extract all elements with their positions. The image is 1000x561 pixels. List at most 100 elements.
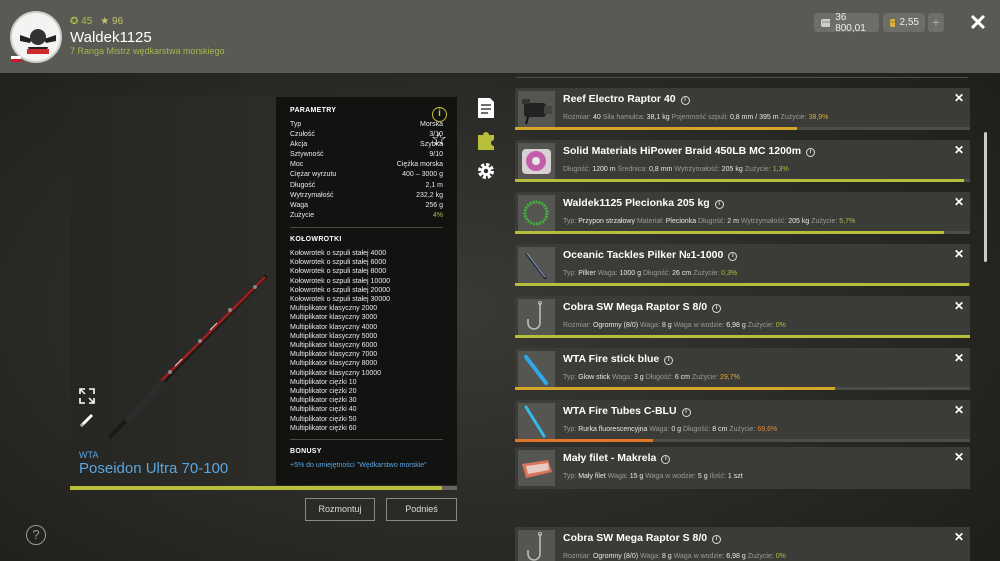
list-item[interactable]: Reef Electro Raptor 40 i Rozmiar: 40 Siła … (515, 88, 970, 130)
detail-label: Rozmiar: (563, 553, 593, 560)
detail-value: Glow stick (578, 374, 611, 381)
param-row: Długość 2,1 m (290, 181, 443, 191)
edit-pencil-icon[interactable] (78, 411, 96, 429)
list-item[interactable]: WTA Fire Tubes C-BLU i Typ: Rurka fluoresc… (515, 400, 970, 442)
remove-item-button[interactable]: ✕ (954, 91, 964, 105)
param-label: Sztywność (290, 151, 324, 159)
detail-label: Waga: (612, 374, 634, 381)
reel-item: Multiplikator klasyczny 4000 (290, 323, 378, 331)
detail-value: 2 m (727, 218, 739, 225)
info-icon[interactable]: i (712, 304, 722, 313)
detail-value: Pilker (578, 270, 596, 277)
detail-label: Zużycie: (693, 270, 722, 277)
item-name-text: Oceanic Tackles Pilker №1-1000 (563, 249, 724, 261)
gold-amount: 2,55 (899, 17, 919, 28)
item-name-text: Cobra SW Mega Raptor S 8/0 (563, 532, 708, 544)
param-label: Wytrzymałość (290, 191, 334, 199)
params-title: PARAMETRY (290, 107, 337, 114)
detail-value: 29,7% (719, 374, 740, 381)
info-icon[interactable]: i (661, 455, 671, 464)
remove-item-button[interactable]: ✕ (954, 351, 964, 365)
reels-title: KOŁOWROTKI (290, 235, 342, 243)
rod-name: Poseidon Ultra 70-100 (79, 460, 229, 477)
list-item[interactable]: Cobra SW Mega Raptor S 8/0 i Rozmiar: Ogro… (515, 296, 970, 338)
buy-currency-button[interactable]: + (928, 13, 944, 32)
detail-label: Zużycie: (691, 374, 720, 381)
item-thumbnail (518, 403, 555, 439)
fish-icon (522, 460, 552, 478)
silver-coins-icon (821, 18, 831, 27)
info-icon[interactable]: i (664, 356, 674, 365)
expand-icon[interactable] (78, 387, 96, 405)
player-stats: ✪ 45 ★ 96 (70, 16, 123, 27)
remove-item-button[interactable]: ✕ (954, 299, 964, 313)
info-icon[interactable]: i (680, 96, 690, 105)
list-item[interactable]: Mały filet - Makrela i Typ: Mały filet Wag… (515, 447, 970, 489)
remove-item-button[interactable]: ✕ (954, 195, 964, 209)
help-button[interactable]: ? (26, 525, 46, 545)
detail-label: Typ: (563, 218, 579, 225)
remove-item-button[interactable]: ✕ (954, 247, 964, 261)
disassemble-button[interactable]: Rozmontuj (305, 498, 375, 521)
list-item[interactable]: Cobra SW Mega Raptor S 8/0 i Rozmiar: Ogro… (515, 527, 970, 561)
detail-label: Średnica: (617, 166, 650, 173)
detail-label: Typ: (563, 473, 579, 480)
item-details: Rozmiar: Ogromny (8/0) Waga: 8 g Waga w … (563, 322, 786, 329)
info-icon[interactable]: i (728, 252, 738, 261)
item-details: Typ: Glow stick Waga: 3 g Długość: 6 cm … (563, 374, 740, 381)
favorite-star-icon[interactable]: ☆ (431, 129, 447, 150)
info-icon[interactable]: i (714, 200, 724, 209)
detail-label: Typ: (563, 426, 579, 433)
settings-gear-icon[interactable] (476, 160, 496, 182)
list-item[interactable]: Waldek1125 Plecionka 205 kg i Typ: Przypon… (515, 192, 970, 234)
detail-label: Długość: (698, 218, 728, 225)
detail-value: 40 (592, 114, 601, 121)
reels-list: Kołowrotek o szpuli stałej 4000 Kołowrote… (290, 249, 443, 433)
param-label: Akcja (290, 141, 308, 149)
info-icon[interactable]: i (681, 408, 691, 417)
info-icon[interactable]: i (432, 107, 447, 122)
pickup-button[interactable]: Podnieś (386, 498, 457, 521)
silver-amount: 36 800,01 (835, 11, 866, 34)
list-item[interactable]: Solid Materials HiPower Braid 450LB MC 1… (515, 140, 970, 182)
detail-value: 6 cm (674, 374, 691, 381)
list-item[interactable]: Oceanic Tackles Pilker №1-1000 i Typ: Pilk… (515, 244, 970, 286)
detail-label: Wytrzymałość: (674, 166, 722, 173)
detail-label: Długość: (683, 426, 713, 433)
detail-value: 15 g (629, 473, 644, 480)
list-scrollbar[interactable] (984, 132, 987, 262)
detail-label: Materiał: (636, 218, 666, 225)
item-name: Waldek1125 Plecionka 205 kg i (563, 197, 724, 209)
reel-item: Kołowrotek o szpuli stałej 6000 (290, 259, 387, 267)
remove-item-button[interactable]: ✕ (954, 530, 964, 544)
info-icon[interactable]: i (806, 148, 816, 157)
param-row: Waga 256 g (290, 201, 443, 211)
skill-points: 45 (81, 16, 93, 27)
rod-brand: WTA (79, 450, 99, 460)
detail-label: Waga w wodzie: (645, 473, 698, 480)
detail-value: 5 g (697, 473, 708, 480)
detail-value: 1000 g (619, 270, 641, 277)
list-item[interactable]: WTA Fire stick blue i Typ: Glow stick Waga… (515, 348, 970, 390)
hook-icon (527, 301, 542, 330)
remove-item-button[interactable]: ✕ (954, 450, 964, 464)
detail-value: 6,98 g (726, 322, 746, 329)
poland-flag-icon (11, 56, 21, 62)
info-icon[interactable]: i (712, 535, 722, 544)
remove-item-button[interactable]: ✕ (954, 143, 964, 157)
detail-label: Zużycie: (747, 553, 776, 560)
detail-label: Zużycie: (747, 322, 776, 329)
close-button[interactable]: ✕ (968, 11, 988, 35)
reel-item: Multiplikator ciężki 10 (290, 378, 357, 386)
detail-value: 69,6% (757, 426, 778, 433)
skill-points-icon: ✪ 45 (70, 16, 93, 27)
item-name: Reef Electro Raptor 40 i (563, 93, 690, 105)
equipment-puzzle-icon[interactable] (476, 129, 496, 151)
detail-value: 0,8 mm (649, 166, 673, 173)
param-row: Akcja Szybka (290, 140, 443, 150)
item-wear-bar (515, 127, 970, 130)
description-tab-icon[interactable] (476, 97, 496, 119)
detail-value: 38,1 kg (646, 114, 670, 121)
param-label: Moc (290, 161, 304, 169)
remove-item-button[interactable]: ✕ (954, 403, 964, 417)
